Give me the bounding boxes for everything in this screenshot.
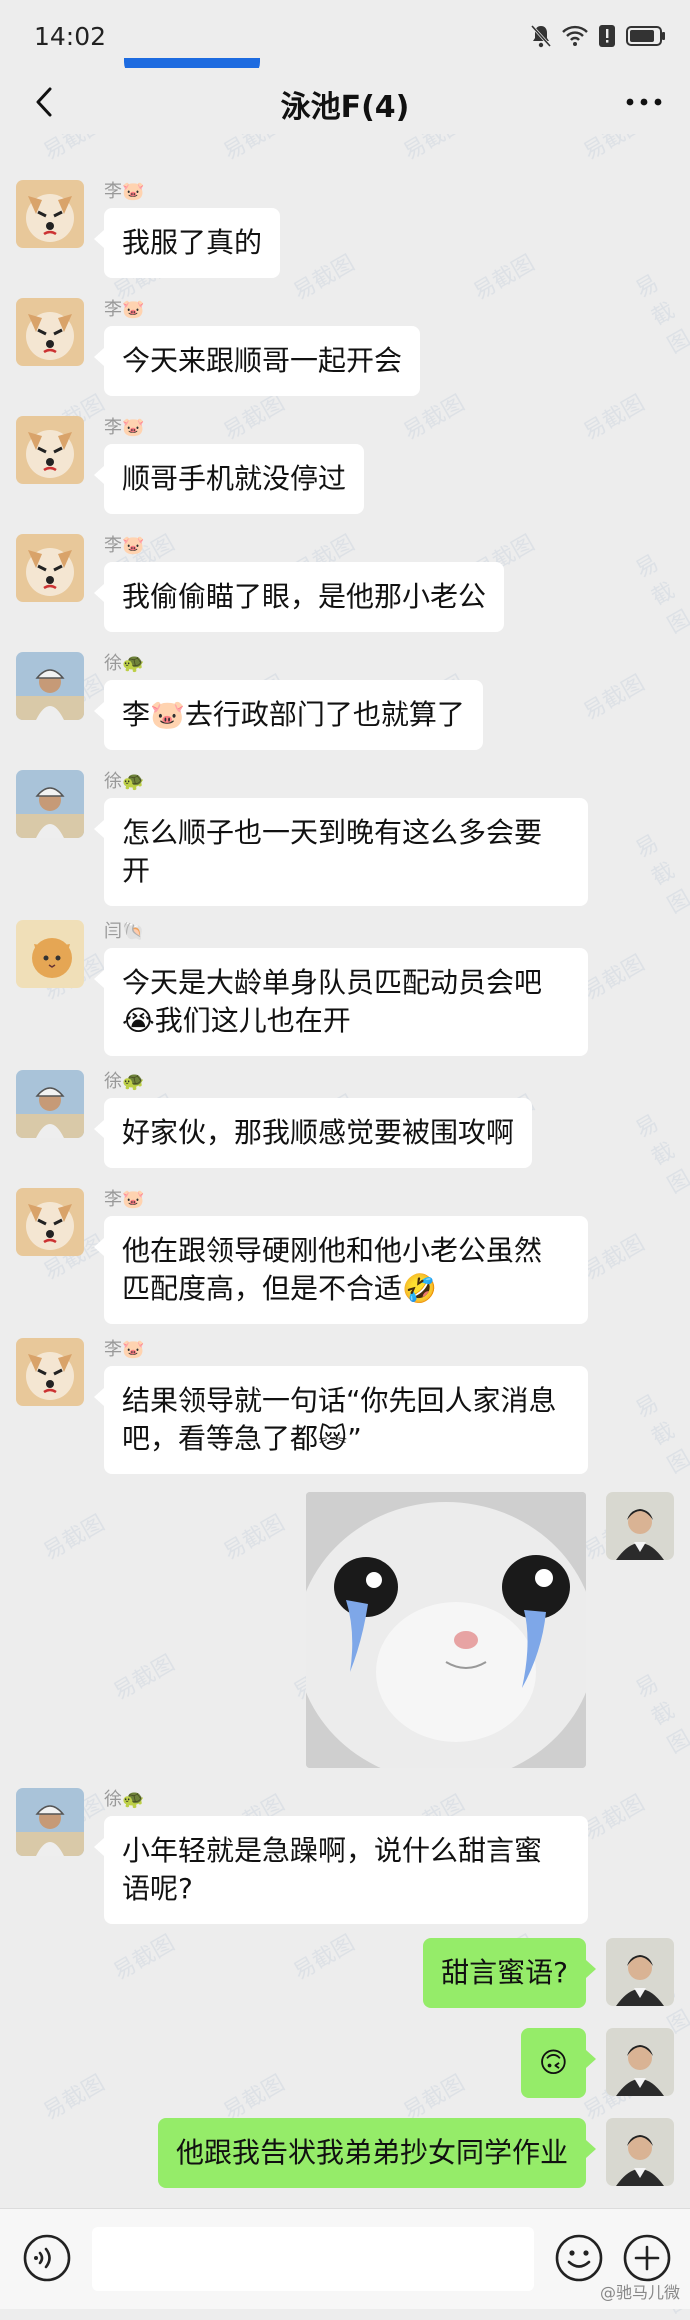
message-input[interactable] (92, 2227, 534, 2291)
sender-name: 闫🐚 (104, 921, 145, 942)
status-time: 14:02 (34, 22, 107, 51)
sender-name: 李🐷 (104, 1339, 145, 1360)
avatar-cat[interactable] (16, 920, 84, 988)
avatar-self[interactable] (606, 2118, 674, 2186)
mute-bell-icon (530, 24, 552, 48)
dog-avatar-image (16, 416, 84, 484)
avatar-dog[interactable] (16, 298, 84, 366)
sender-name: 李🐷 (104, 535, 145, 556)
more-dots-icon (626, 98, 662, 106)
dog-avatar-image (16, 298, 84, 366)
message-bubble[interactable]: 好家伙，那我顺感觉要被围攻啊 (93, 1098, 533, 1168)
dog-avatar-image (16, 1338, 84, 1406)
crying-cat-sticker-image (306, 1492, 586, 1768)
more-functions-button[interactable] (622, 2233, 672, 2283)
sender-name: 李🐷 (104, 181, 145, 202)
avatar-rider[interactable] (16, 770, 84, 838)
man-avatar-image (606, 2118, 674, 2186)
avatar-dog[interactable] (16, 1188, 84, 1256)
sender-name: 徐🐢 (104, 771, 145, 792)
sender-name: 李🐷 (104, 1189, 145, 1210)
status-icons (530, 22, 666, 50)
sender-name: 李🐷 (104, 417, 145, 438)
smiley-icon (555, 2234, 603, 2282)
message-bubble[interactable]: 小年轻就是急躁啊，说什么甜言蜜 语呢? (94, 1816, 588, 1924)
avatar-rider[interactable] (16, 652, 84, 720)
message-bubble[interactable]: 他跟我告状我弟弟抄女同学作业 (157, 2118, 597, 2188)
man-avatar-image (606, 2028, 674, 2096)
message-bubble[interactable]: 今天来跟顺哥一起开会 (93, 326, 421, 396)
chat-header: 泳池F(4) (0, 68, 690, 134)
battery-icon (626, 26, 665, 46)
sender-name: 徐🐢 (104, 653, 145, 674)
message-bubble[interactable]: 🙃 (520, 2028, 597, 2098)
avatar-dog[interactable] (16, 534, 84, 602)
avatar-rider[interactable] (16, 1788, 84, 1856)
message-bubble[interactable]: 顺哥手机就没停过 (93, 444, 365, 514)
plus-icon (623, 2234, 671, 2282)
rider-avatar-image (16, 1788, 84, 1856)
chat-title: 泳池F(4) (280, 90, 410, 125)
sender-name: 徐🐢 (104, 1789, 145, 1810)
avatar-dog[interactable] (16, 1338, 84, 1406)
chat-message-list[interactable]: 李🐷 我服了真的 李🐷 今天来跟顺哥一起开会 李🐷 顺哥手机就没停过 李🐷 我偷… (0, 148, 690, 2208)
message-bubble[interactable]: 甜言蜜语? (423, 1938, 596, 2008)
input-toolbar: @驰马儿微 (0, 2208, 690, 2309)
cat-avatar-image (16, 920, 84, 988)
message-bubble[interactable]: 结果领导就一句话“你先回人家消息 吧，看等急了都😿” (94, 1366, 588, 1474)
sender-name: 徐🐢 (104, 1071, 145, 1092)
message-bubble[interactable]: 他在跟领导硬刚他和他小老公虽然 匹配度高，但是不合适🤣 (94, 1216, 588, 1324)
avatar-self[interactable] (606, 1492, 674, 1560)
avatar-self[interactable] (606, 2028, 674, 2096)
rider-avatar-image (16, 652, 84, 720)
message-bubble[interactable]: 我服了真的 (93, 208, 281, 278)
rider-avatar-image (16, 1070, 84, 1138)
wifi-icon (562, 25, 588, 46)
voice-icon (23, 2234, 71, 2282)
message-bubble[interactable]: 怎么顺子也一天到晚有这么多会要 开 (94, 798, 588, 906)
watermark-credit: @驰马儿微 (599, 2283, 680, 2302)
dog-avatar-image (16, 180, 84, 248)
dog-avatar-image (16, 1188, 84, 1256)
more-options-button[interactable] (622, 82, 666, 122)
rider-avatar-image (16, 770, 84, 838)
cat-crying-sticker[interactable] (306, 1492, 586, 1768)
avatar-self[interactable] (606, 1938, 674, 2006)
man-avatar-image (606, 1938, 674, 2006)
dog-avatar-image (16, 534, 84, 602)
avatar-dog[interactable] (16, 180, 84, 248)
status-bar: 14:02 (0, 0, 690, 68)
man-avatar-image (606, 1492, 674, 1560)
message-bubble[interactable]: 我偷偷瞄了眼，是他那小老公 (93, 562, 505, 632)
emoji-button[interactable] (554, 2233, 604, 2283)
voice-input-button[interactable] (22, 2233, 72, 2283)
avatar-dog[interactable] (16, 416, 84, 484)
message-bubble[interactable]: 李🐷去行政部门了也就算了 (94, 680, 483, 750)
alert-icon (599, 25, 615, 47)
message-bubble[interactable]: 今天是大龄单身队员匹配动员会吧 😭我们这儿也在开 (94, 948, 588, 1056)
avatar-rider[interactable] (16, 1070, 84, 1138)
sender-name: 李🐷 (104, 299, 145, 320)
